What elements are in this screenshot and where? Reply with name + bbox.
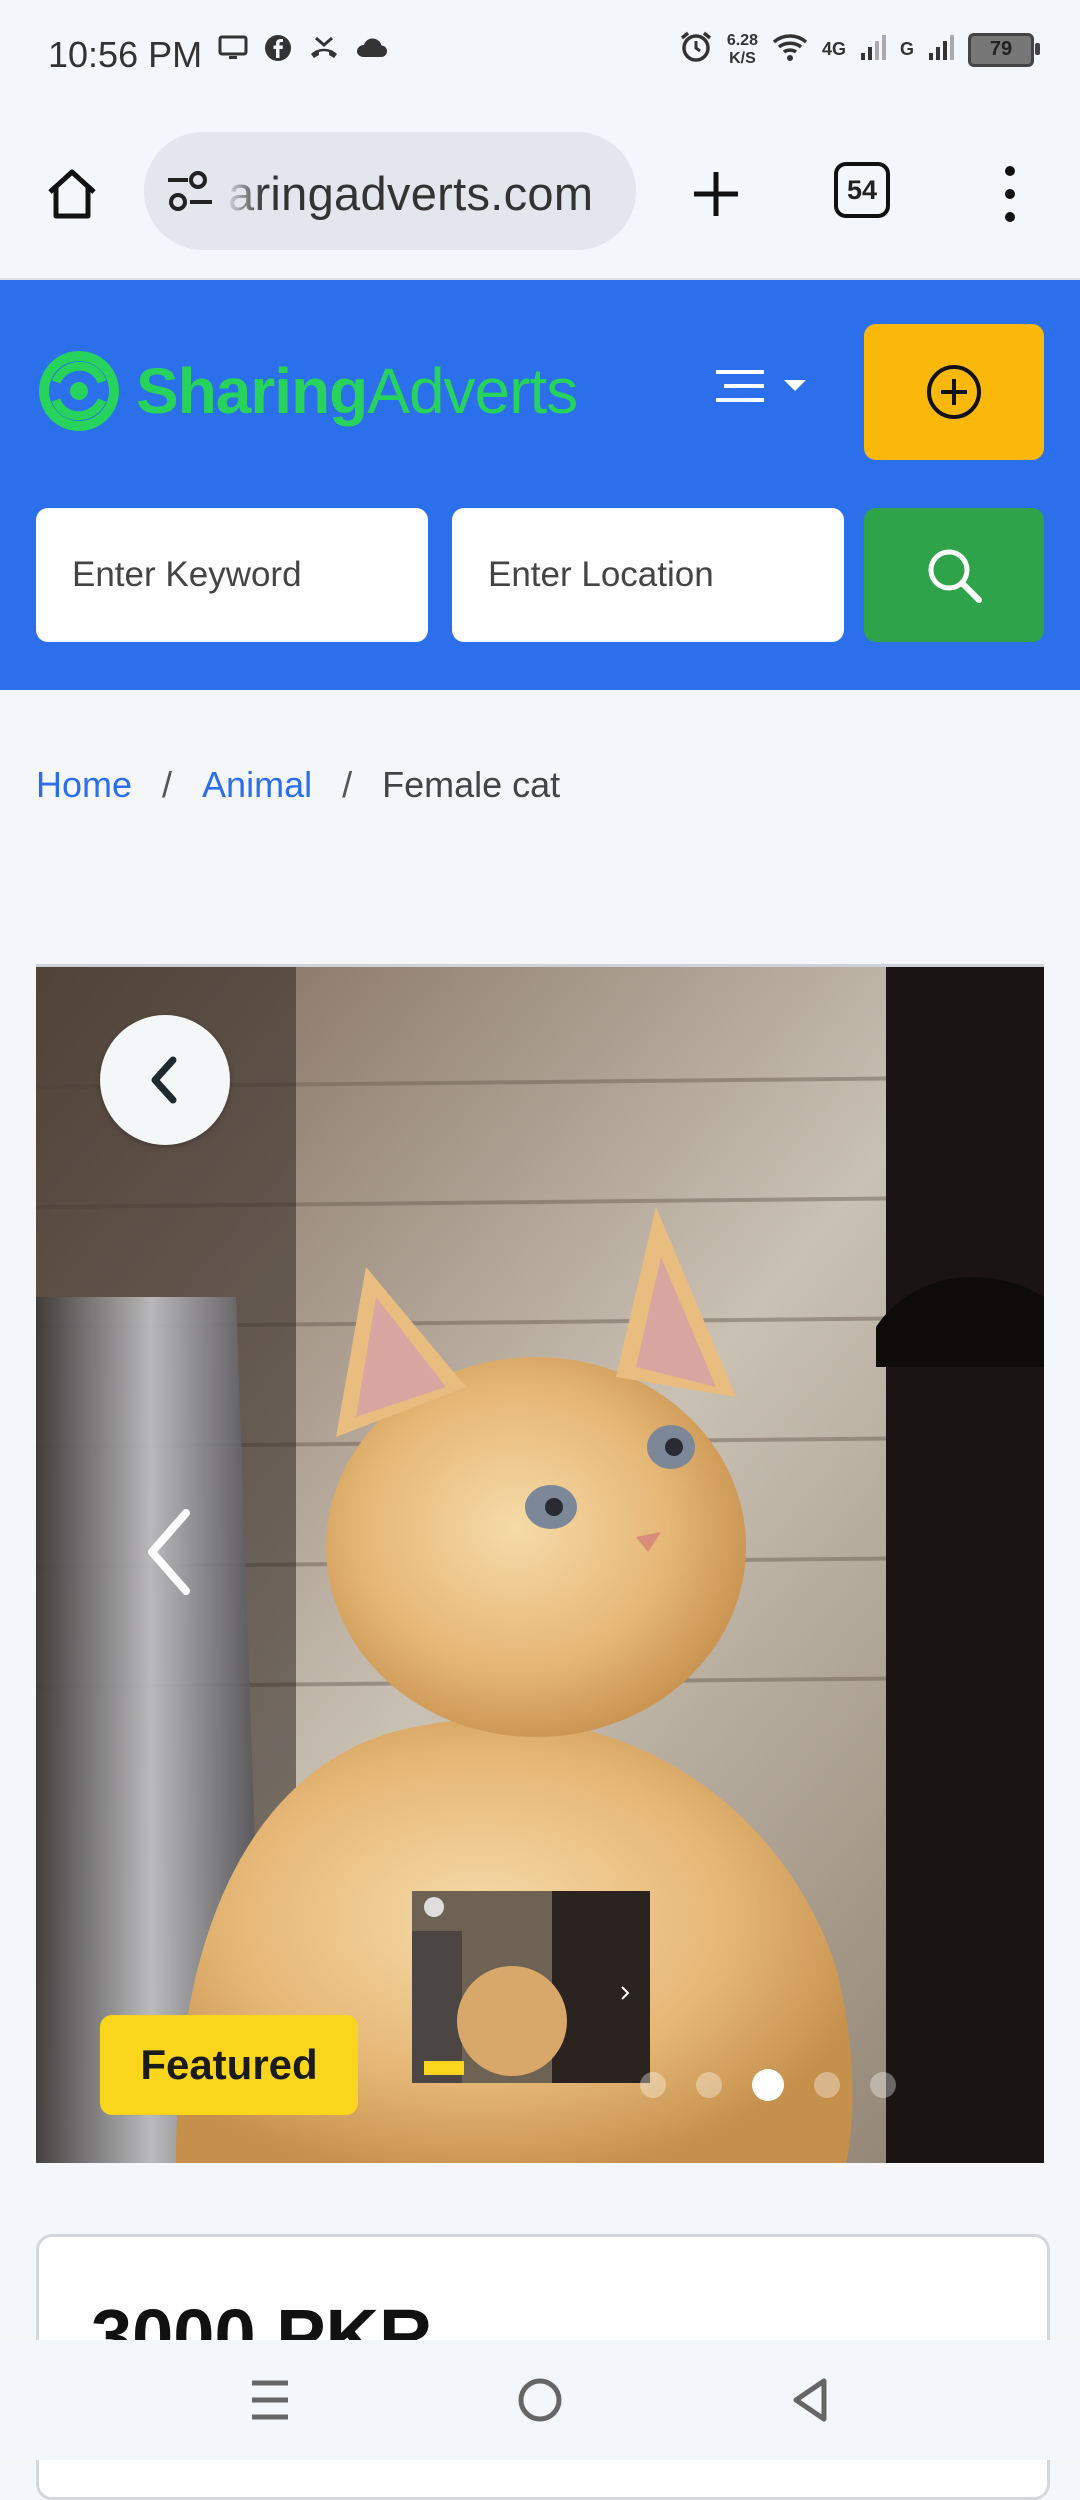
site-settings-icon[interactable] bbox=[166, 168, 214, 219]
plus-circle-icon bbox=[927, 365, 981, 419]
address-bar[interactable]: aringadverts.com bbox=[144, 132, 636, 250]
new-tab-button[interactable] bbox=[682, 160, 750, 228]
system-nav-bar bbox=[0, 2340, 1080, 2460]
category-menu-button[interactable] bbox=[712, 366, 808, 406]
back-triangle-icon[interactable] bbox=[778, 2370, 842, 2430]
site-header: SharingAdverts bbox=[0, 280, 1080, 690]
gallery-dot[interactable] bbox=[696, 2072, 722, 2098]
search-button[interactable] bbox=[864, 508, 1044, 642]
network-speed: 6.28 K/S bbox=[727, 32, 758, 68]
chevron-down-icon bbox=[784, 380, 806, 391]
gallery-thumbnail[interactable] bbox=[412, 1891, 650, 2083]
breadcrumb-category[interactable]: Animal bbox=[202, 764, 312, 806]
thumbnail-image bbox=[412, 1891, 650, 2083]
gallery-dots bbox=[640, 2069, 896, 2101]
battery-indicator: 79 bbox=[968, 32, 1040, 67]
logo-icon bbox=[39, 351, 119, 431]
home-circle-icon[interactable] bbox=[508, 2370, 572, 2430]
keyword-input[interactable] bbox=[36, 508, 428, 642]
signal-icon-2 bbox=[928, 33, 954, 66]
breadcrumb-home[interactable]: Home bbox=[36, 764, 132, 806]
notification-icons bbox=[218, 34, 388, 67]
browser-toolbar: aringadverts.com 54 bbox=[0, 110, 1080, 280]
home-icon bbox=[48, 169, 96, 219]
site-logo[interactable]: SharingAdverts bbox=[36, 332, 578, 450]
status-time: 10:56 PM bbox=[48, 34, 203, 75]
menu-lines-icon bbox=[716, 370, 764, 402]
missed-call-icon bbox=[308, 34, 340, 67]
gallery-dot[interactable] bbox=[814, 2072, 840, 2098]
alarm-icon bbox=[679, 30, 713, 69]
speed-unit: K/S bbox=[729, 49, 756, 67]
breadcrumb: Home / Animal / Female cat bbox=[36, 764, 560, 806]
tab-switcher-button[interactable]: 54 bbox=[834, 162, 890, 218]
search-icon bbox=[928, 549, 982, 603]
url-fade bbox=[224, 132, 264, 250]
breadcrumb-separator: / bbox=[162, 764, 173, 805]
net-4g: 4G bbox=[821, 39, 846, 59]
cloud-icon bbox=[356, 37, 388, 64]
plus-icon bbox=[694, 172, 738, 216]
gallery-dot[interactable] bbox=[640, 2072, 666, 2098]
logo-text-bold: Sharing bbox=[136, 355, 368, 427]
logo-text-light: Adverts bbox=[367, 355, 578, 427]
facebook-icon bbox=[264, 34, 292, 67]
gallery-prev-button[interactable] bbox=[144, 1507, 194, 1602]
location-input[interactable] bbox=[452, 508, 844, 642]
home-button[interactable] bbox=[38, 160, 106, 228]
speed-value: 6.28 bbox=[726, 31, 758, 49]
gallery-back-button[interactable] bbox=[100, 1015, 230, 1145]
more-vert-icon[interactable] bbox=[990, 160, 1030, 228]
breadcrumb-current: Female cat bbox=[382, 764, 561, 805]
chevron-left-icon bbox=[148, 1509, 190, 1595]
wifi-icon bbox=[772, 32, 808, 67]
chevron-left-icon bbox=[151, 1056, 177, 1104]
system-icons: 6.28 K/S 4G G 79 bbox=[679, 30, 1040, 69]
screen-icon bbox=[218, 35, 248, 66]
listing-gallery[interactable]: Featured bbox=[36, 964, 1044, 2163]
signal-icon bbox=[860, 33, 886, 66]
recent-apps-icon[interactable] bbox=[238, 2370, 302, 2430]
status-bar: 10:56 PM 6.28 K/S 4G G 79 bbox=[0, 0, 1080, 110]
net-g: G bbox=[899, 39, 914, 59]
gallery-dot[interactable] bbox=[870, 2072, 896, 2098]
gallery-dot-active[interactable] bbox=[752, 2069, 784, 2101]
url-text: aringadverts.com bbox=[228, 167, 594, 220]
logo-text: SharingAdverts bbox=[136, 354, 578, 428]
breadcrumb-separator: / bbox=[342, 764, 353, 805]
featured-badge: Featured bbox=[100, 2015, 358, 2115]
post-ad-button[interactable] bbox=[864, 324, 1044, 460]
